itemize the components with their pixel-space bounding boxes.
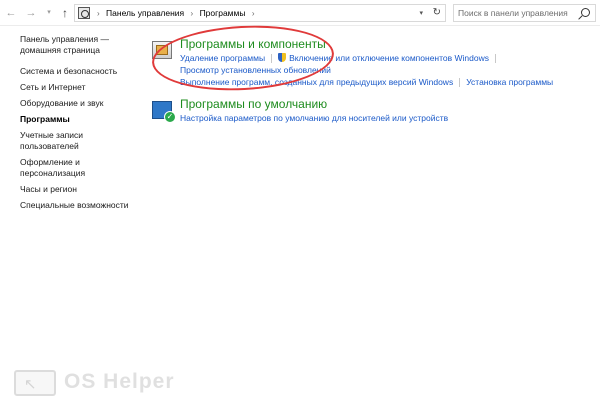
watermark-cursor-box-icon: ↖ — [14, 370, 56, 396]
watermark-text: OS Helper — [64, 370, 175, 393]
uninstall-program-link[interactable]: Удаление программы — [180, 53, 265, 63]
sidebar-item-programs[interactable]: Программы — [20, 114, 132, 125]
address-dropdown-chevron-icon[interactable]: ▾ — [419, 9, 423, 17]
programs-features-title-link[interactable]: Программы и компоненты — [180, 36, 326, 52]
sidebar-item-ease-of-access[interactable]: Специальные возможности — [20, 200, 132, 211]
breadcrumb: › Панель управления › Программы › — [93, 8, 259, 18]
sidebar-item-system-security[interactable]: Система и безопасность — [20, 66, 132, 77]
breadcrumb-item-control-panel[interactable]: Панель управления — [106, 8, 184, 18]
address-field[interactable]: › Панель управления › Программы › ▾ ↻ — [74, 4, 446, 22]
default-programs-group: ✓ Программы по умолчанию Настройка парам… — [150, 96, 590, 124]
search-input[interactable] — [454, 5, 576, 21]
up-arrow-icon[interactable]: ↑ — [58, 6, 72, 20]
link-divider — [271, 54, 273, 64]
main-content: Программы и компоненты Удаление программ… — [150, 36, 590, 124]
search-box[interactable] — [453, 4, 596, 22]
recent-locations-chevron-icon[interactable]: ▾ — [42, 6, 56, 20]
default-programs-links: Настройка параметров по умолчанию для но… — [180, 112, 590, 124]
breadcrumb-separator[interactable]: › — [252, 9, 255, 18]
windows-features-link[interactable]: Включение или отключение компонентов Win… — [289, 53, 489, 63]
programs-features-links: Удаление программы Включение или отключен… — [180, 52, 590, 88]
back-arrow-icon[interactable]: ← — [4, 6, 18, 20]
breadcrumb-separator: › — [97, 9, 100, 18]
program-compatibility-link[interactable]: Выполнение программ, созданных для преды… — [180, 77, 453, 87]
sidebar-item-hardware-sound[interactable]: Оборудование и звук — [20, 98, 132, 109]
sidebar-item-control-panel-home[interactable]: Панель управления — домашняя страница — [20, 34, 132, 56]
view-installed-updates-link[interactable]: Просмотр установленных обновлений — [180, 65, 331, 75]
breadcrumb-item-programs[interactable]: Программы — [200, 8, 246, 18]
sidebar-item-appearance-personalization[interactable]: Оформление и персонализация — [20, 157, 132, 179]
sidebar-item-clock-region[interactable]: Часы и регион — [20, 184, 132, 195]
checkmark-icon: ✓ — [164, 111, 176, 123]
sidebar: Панель управления — домашняя страница Си… — [20, 34, 132, 216]
watermark-logo: ↖ OS Helper — [14, 368, 204, 398]
search-icon[interactable] — [581, 8, 590, 17]
sidebar-item-user-accounts[interactable]: Учетные записи пользователей — [20, 130, 132, 152]
default-programs-title-link[interactable]: Программы по умолчанию — [180, 96, 327, 112]
breadcrumb-separator[interactable]: › — [191, 9, 194, 18]
link-divider — [459, 78, 461, 88]
programs-features-group: Программы и компоненты Удаление программ… — [150, 36, 590, 88]
uac-shield-icon — [278, 53, 287, 62]
refresh-icon[interactable]: ↻ — [433, 7, 441, 18]
address-toolbar: ← → ▾ ↑ › Панель управления › Программы … — [0, 0, 600, 26]
control-panel-icon — [78, 7, 90, 19]
sidebar-item-network-internet[interactable]: Сеть и Интернет — [20, 82, 132, 93]
default-programs-icon[interactable]: ✓ — [152, 101, 176, 123]
autoplay-settings-link[interactable]: Настройка параметров по умолчанию для но… — [180, 113, 448, 123]
programs-features-icon[interactable] — [152, 41, 172, 59]
link-divider — [495, 54, 496, 64]
forward-arrow-icon[interactable]: → — [24, 6, 38, 20]
install-program-link[interactable]: Установка программы — [466, 77, 553, 87]
